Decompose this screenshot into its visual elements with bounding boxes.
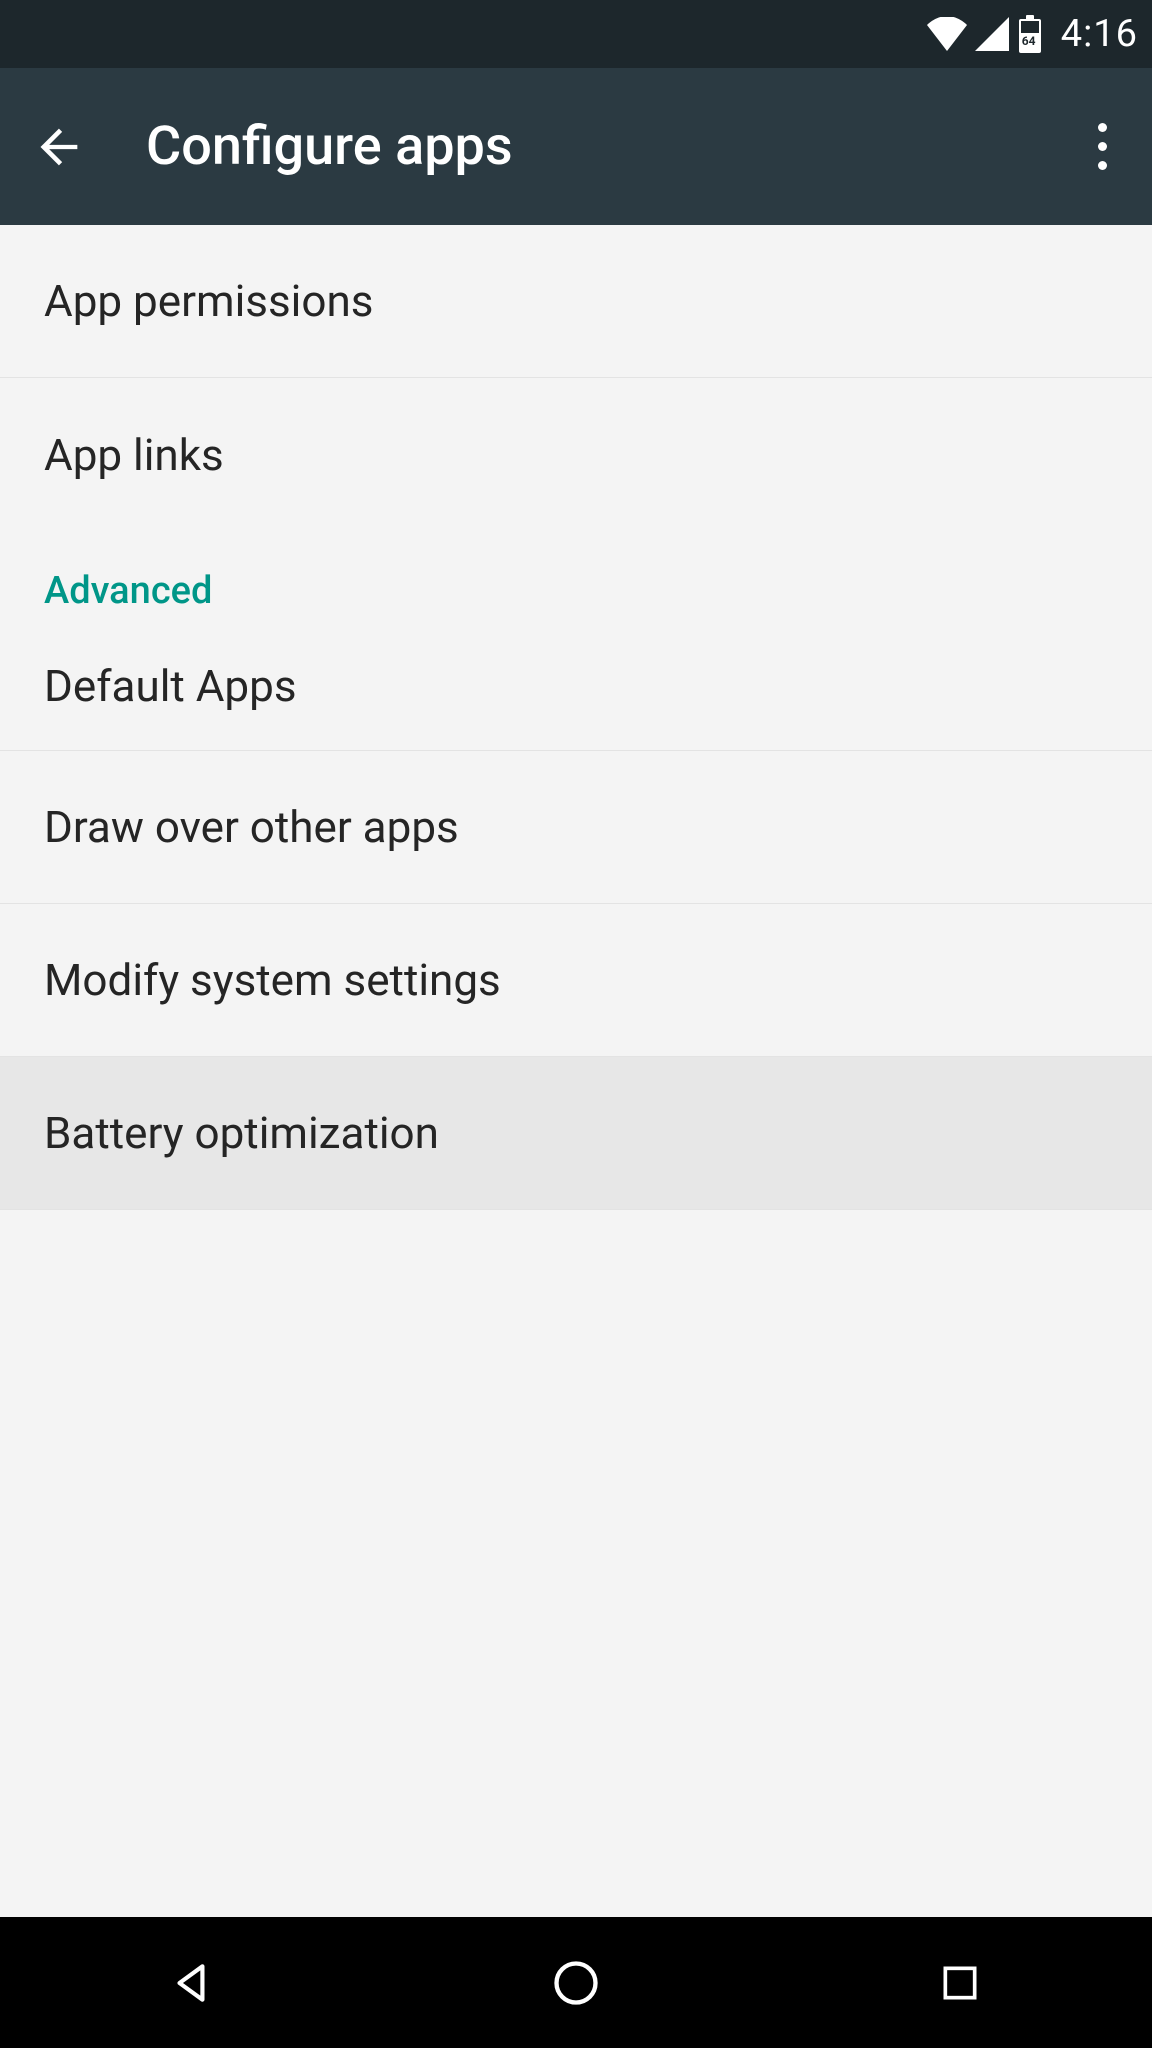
nav-back-button[interactable] bbox=[122, 1943, 262, 2023]
list-item-app-links[interactable]: App links bbox=[0, 378, 1152, 531]
arrow-back-icon bbox=[34, 121, 86, 173]
list-item-label: Modify system settings bbox=[44, 954, 501, 1006]
wifi-icon bbox=[927, 17, 967, 51]
status-icons: 64 4:16 bbox=[927, 12, 1138, 56]
list-item-label: App links bbox=[44, 429, 224, 481]
nav-home-button[interactable] bbox=[506, 1943, 646, 2023]
list-item-label: Draw over other apps bbox=[44, 801, 459, 853]
settings-list: App permissions App links Advanced Defau… bbox=[0, 225, 1152, 1917]
section-header-advanced: Advanced bbox=[0, 531, 1152, 621]
circle-home-icon bbox=[550, 1957, 602, 2009]
list-item-label: App permissions bbox=[44, 275, 373, 327]
list-item-modify-system-settings[interactable]: Modify system settings bbox=[0, 904, 1152, 1057]
nav-recent-button[interactable] bbox=[890, 1943, 1030, 2023]
status-time: 4:16 bbox=[1061, 12, 1138, 56]
battery-level-label: 64 bbox=[1022, 34, 1036, 48]
cellular-signal-icon bbox=[975, 17, 1009, 51]
list-item-draw-over-other-apps[interactable]: Draw over other apps bbox=[0, 751, 1152, 904]
battery-icon: 64 bbox=[1017, 15, 1043, 53]
status-bar: 64 4:16 bbox=[0, 0, 1152, 68]
page-title: Configure apps bbox=[146, 115, 1072, 178]
more-vert-icon bbox=[1098, 123, 1107, 170]
section-header-label: Advanced bbox=[44, 569, 212, 613]
list-item-default-apps[interactable]: Default Apps bbox=[0, 621, 1152, 751]
square-recent-icon bbox=[938, 1961, 982, 2005]
list-item-app-permissions[interactable]: App permissions bbox=[0, 225, 1152, 378]
screen: 64 4:16 Configure apps App permissions A… bbox=[0, 0, 1152, 2048]
navigation-bar bbox=[0, 1917, 1152, 2048]
list-item-label: Battery optimization bbox=[44, 1107, 439, 1159]
back-button[interactable] bbox=[20, 107, 100, 187]
triangle-back-icon bbox=[167, 1958, 217, 2008]
overflow-menu-button[interactable] bbox=[1072, 107, 1132, 187]
list-item-label: Default Apps bbox=[44, 660, 297, 712]
list-item-battery-optimization[interactable]: Battery optimization bbox=[0, 1057, 1152, 1210]
app-bar: Configure apps bbox=[0, 68, 1152, 225]
